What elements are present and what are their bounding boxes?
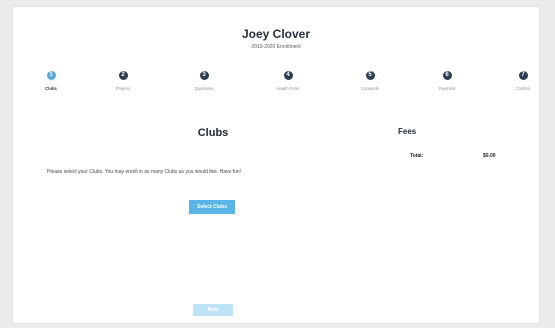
step-clubs[interactable]: 1 Clubs (21, 71, 81, 91)
next-button[interactable]: Next (193, 304, 233, 316)
step-number: 2 (118, 71, 128, 80)
clubs-heading: Clubs (197, 127, 229, 139)
enrollment-page: Joey Clover 2019-2020 Enrollment 1 Clubs… (12, 6, 540, 324)
step-consents[interactable]: 5 Consents (340, 71, 400, 91)
step-label: Clubs (45, 86, 57, 91)
step-health-form[interactable]: 4 Health Form (258, 71, 318, 91)
step-number: 6 (442, 71, 452, 80)
fees-total-value: $0.00 (483, 153, 496, 159)
fees-heading: Fees (398, 127, 417, 136)
step-label: Consents (361, 86, 379, 91)
step-label: Prayers (115, 86, 131, 91)
enrollment-stepper: 1 Clubs 2 Prayers 3 Questions 4 Health F… (13, 71, 539, 101)
step-label: Payment (438, 86, 456, 91)
fees-total-label: Total: (410, 153, 424, 159)
select-clubs-button[interactable]: Select Clubs (189, 200, 235, 214)
step-number: 7 (518, 71, 528, 80)
enrollment-subtitle: 2019-2020 Enrollment (251, 44, 301, 50)
step-label: Health Form (276, 86, 300, 91)
clubs-instructions: Please select your Clubs. You may enroll… (47, 169, 241, 175)
step-label: Questions (194, 86, 214, 91)
student-name: Joey Clover (241, 27, 311, 41)
step-number: 3 (199, 71, 209, 80)
step-confirm[interactable]: 7 Confirm (493, 71, 553, 91)
step-number: 1 (46, 71, 56, 80)
step-questions[interactable]: 3 Questions (174, 71, 234, 91)
page-header: Joey Clover 2019-2020 Enrollment (13, 27, 539, 50)
step-prayers[interactable]: 2 Prayers (93, 71, 153, 91)
step-payment[interactable]: 6 Payment (417, 71, 477, 91)
step-label: Confirm (515, 86, 531, 91)
step-number: 4 (283, 71, 293, 80)
step-number: 5 (365, 71, 375, 80)
